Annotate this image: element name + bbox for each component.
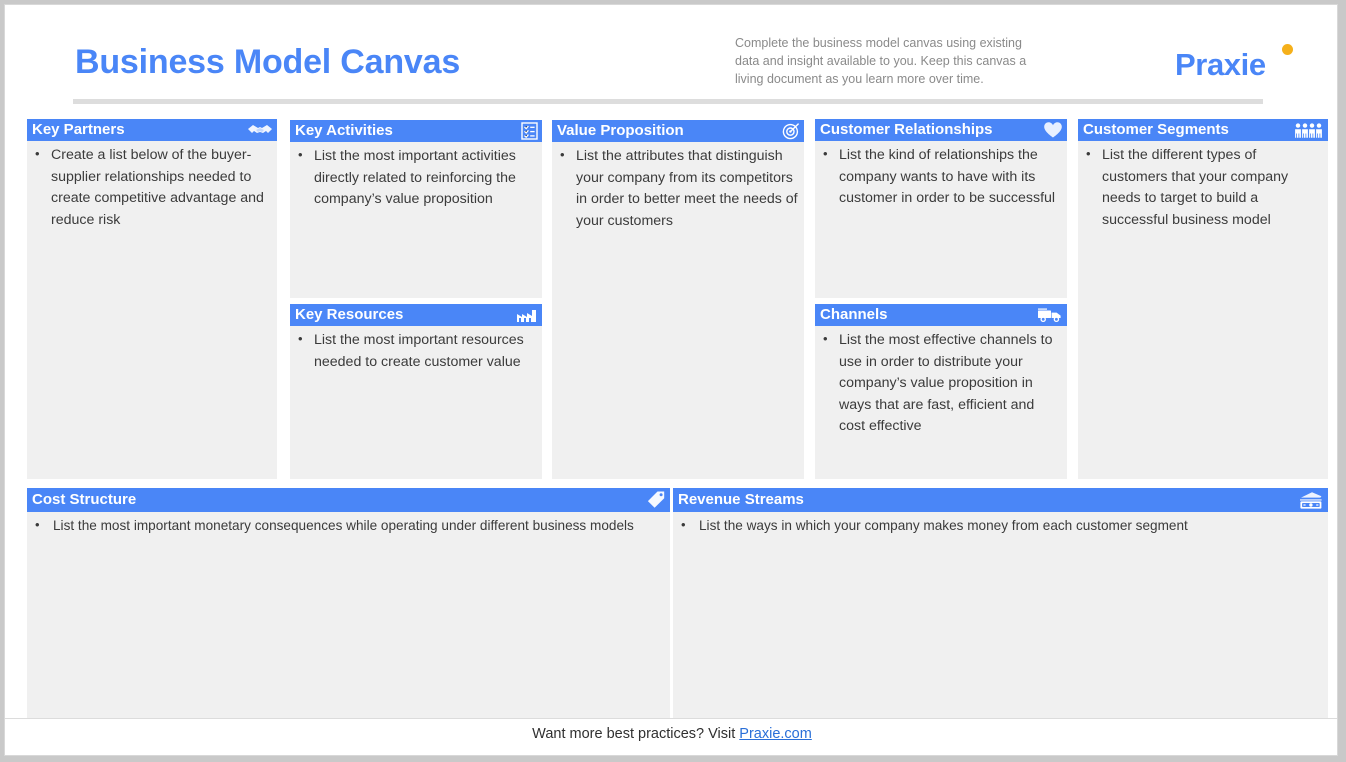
panel-header-key-resources: Key Resources (290, 304, 542, 326)
bullet-list: List the different types of customers th… (1082, 144, 1322, 231)
panel-body-revenue-streams[interactable]: List the ways in which your company make… (673, 512, 1328, 543)
panel-header-channels: Channels (815, 304, 1067, 326)
panel-body-cost-structure[interactable]: List the most important monetary consequ… (27, 512, 670, 543)
panel-body-key-resources[interactable]: List the most important resources needed… (290, 326, 542, 379)
bullet-list: List the most important monetary consequ… (31, 515, 664, 537)
panel-title-value-proposition: Value Proposition (557, 122, 684, 139)
list-item: Create a list below of the buyer-supplie… (31, 144, 271, 231)
panel-title-key-resources: Key Resources (295, 306, 404, 323)
panel-value-proposition[interactable]: Value Proposition List the attributes th… (552, 120, 804, 479)
bullet-list: List the most effective channels to use … (819, 329, 1061, 438)
title-divider (73, 99, 1263, 104)
bullet-list: List the ways in which your company make… (677, 515, 1322, 537)
panel-header-customer-relationships: Customer Relationships (815, 119, 1067, 141)
list-item: List the attributes that distinguish you… (556, 145, 798, 232)
heart-icon (1043, 119, 1063, 141)
panel-body-customer-relationships[interactable]: List the kind of relationships the compa… (815, 141, 1067, 216)
panel-title-customer-segments: Customer Segments (1083, 121, 1229, 138)
checklist-icon (521, 120, 538, 142)
panel-header-key-partners: Key Partners (27, 119, 277, 141)
praxie-logo: Praxie (1175, 47, 1266, 82)
bullet-list: List the most important activities direc… (294, 145, 536, 211)
panel-title-key-partners: Key Partners (32, 121, 125, 138)
panel-body-value-proposition[interactable]: List the attributes that distinguish you… (552, 142, 804, 238)
logo-dot-icon (1282, 44, 1293, 55)
price-tag-icon (646, 488, 666, 512)
panel-title-customer-relationships: Customer Relationships (820, 121, 993, 138)
canvas-page: Business Model Canvas Complete the busin… (4, 4, 1338, 756)
panel-key-activities[interactable]: Key Activities List the most imp (290, 120, 542, 298)
factory-icon (516, 304, 538, 326)
panel-key-partners[interactable]: Key Partners Create a list below of the … (27, 119, 277, 479)
list-item: List the kind of relationships the compa… (819, 144, 1061, 210)
panel-body-key-partners[interactable]: Create a list below of the buyer-supplie… (27, 141, 277, 237)
panel-title-revenue-streams: Revenue Streams (678, 491, 804, 508)
list-item: List the most important activities direc… (294, 145, 536, 211)
panel-title-cost-structure: Cost Structure (32, 491, 137, 508)
people-group-icon (1294, 119, 1324, 141)
list-item: List the ways in which your company make… (677, 515, 1322, 537)
list-item: List the most effective channels to use … (819, 329, 1061, 438)
panel-body-key-activities[interactable]: List the most important activities direc… (290, 142, 542, 217)
panel-header-customer-segments: Customer Segments (1078, 119, 1328, 141)
list-item: List the different types of customers th… (1082, 144, 1322, 231)
bullet-list: List the attributes that distinguish you… (556, 145, 798, 232)
panel-key-resources[interactable]: Key Resources List the most important re… (290, 304, 542, 479)
panel-title-key-activities: Key Activities (295, 122, 393, 139)
footer-text-wrap: Want more best practices? Visit Praxie.c… (5, 719, 1337, 749)
panel-channels[interactable]: Channels List the most effective c (815, 304, 1067, 479)
page-footer: Want more best practices? Visit Praxie.c… (5, 718, 1337, 755)
delivery-truck-icon (1037, 304, 1063, 326)
panel-body-customer-segments[interactable]: List the different types of customers th… (1078, 141, 1328, 237)
list-item: List the most important resources needed… (294, 329, 536, 373)
page-title: Business Model Canvas (75, 43, 461, 81)
panel-revenue-streams[interactable]: Revenue Streams List the ways in which y (673, 488, 1328, 720)
page-header: Business Model Canvas Complete the busin… (5, 5, 1337, 104)
panel-title-channels: Channels (820, 306, 888, 323)
panel-body-channels[interactable]: List the most effective channels to use … (815, 326, 1067, 444)
praxie-com-link[interactable]: Praxie.com (739, 726, 812, 742)
bullet-list: List the most important resources needed… (294, 329, 536, 373)
list-item: List the most important monetary consequ… (31, 515, 664, 537)
header-instructions: Complete the business model canvas using… (735, 36, 1027, 86)
panel-customer-relationships[interactable]: Customer Relationships List the kind of … (815, 119, 1067, 298)
bullet-list: List the kind of relationships the compa… (819, 144, 1061, 210)
panel-header-cost-structure: Cost Structure (27, 488, 670, 512)
panel-cost-structure[interactable]: Cost Structure List the most important m… (27, 488, 670, 720)
panel-header-value-proposition: Value Proposition (552, 120, 804, 142)
handshake-icon (247, 119, 273, 141)
panel-header-key-activities: Key Activities (290, 120, 542, 142)
panel-header-revenue-streams: Revenue Streams (673, 488, 1328, 512)
money-cash-icon (1298, 488, 1324, 512)
panel-customer-segments[interactable]: Customer Segments List the different typ… (1078, 119, 1328, 479)
target-icon (782, 120, 800, 142)
footer-text: Want more best practices? Visit (532, 726, 740, 742)
bullet-list: Create a list below of the buyer-supplie… (31, 144, 271, 231)
